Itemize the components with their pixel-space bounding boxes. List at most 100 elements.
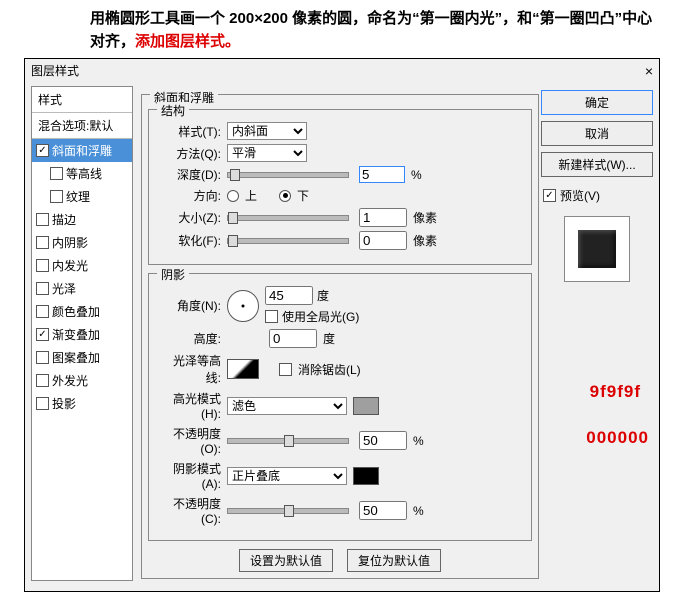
new-style-button[interactable]: 新建样式(W)... bbox=[541, 152, 653, 177]
lbl-texture: 纹理 bbox=[66, 188, 90, 205]
lbl-grad-overlay: 渐变叠加 bbox=[52, 326, 100, 343]
highlight-lbl: 高光模式(H): bbox=[159, 390, 221, 421]
check-inner-glow[interactable] bbox=[36, 259, 49, 272]
highlight-select[interactable]: 滤色 bbox=[227, 397, 347, 415]
annot-highlight-color: 9f9f9f bbox=[590, 382, 641, 402]
altitude-lbl: 高度: bbox=[159, 330, 221, 347]
dir-down-radio[interactable] bbox=[279, 190, 291, 202]
opacity1-lbl: 不透明度(O): bbox=[159, 425, 221, 456]
item-inner-glow[interactable]: 内发光 bbox=[32, 254, 132, 277]
angle-input[interactable] bbox=[265, 286, 313, 305]
gloss-contour-picker[interactable] bbox=[227, 359, 259, 379]
preview-check[interactable] bbox=[543, 189, 556, 202]
lbl-stroke: 描边 bbox=[52, 211, 76, 228]
opacity1-input[interactable] bbox=[359, 431, 407, 450]
item-contour[interactable]: 等高线 bbox=[32, 162, 132, 185]
styles-header[interactable]: 样式 bbox=[32, 87, 132, 113]
item-drop-shadow[interactable]: 投影 bbox=[32, 392, 132, 415]
blend-options[interactable]: 混合选项:默认 bbox=[32, 113, 132, 139]
lbl-inner-shadow: 内阴影 bbox=[52, 234, 88, 251]
close-icon[interactable]: × bbox=[645, 63, 653, 79]
soften-lbl: 软化(F): bbox=[159, 232, 221, 249]
check-color-overlay[interactable] bbox=[36, 305, 49, 318]
deg2: 度 bbox=[323, 330, 335, 347]
global-light-check[interactable] bbox=[265, 310, 278, 323]
method-lbl: 方法(Q): bbox=[159, 145, 221, 162]
lbl-color-overlay: 颜色叠加 bbox=[52, 303, 100, 320]
opacity2-slider[interactable] bbox=[227, 508, 349, 514]
item-satin[interactable]: 光泽 bbox=[32, 277, 132, 300]
depth-lbl: 深度(D): bbox=[159, 166, 221, 183]
opacity2-input[interactable] bbox=[359, 501, 407, 520]
structure-label: 结构 bbox=[157, 102, 189, 119]
check-contour[interactable] bbox=[50, 167, 63, 180]
angle-dial[interactable] bbox=[227, 290, 259, 322]
dialog-title: 图层样式 bbox=[31, 62, 79, 79]
lbl-drop-shadow: 投影 bbox=[52, 395, 76, 412]
shadow-color-swatch[interactable] bbox=[353, 467, 379, 485]
altitude-input[interactable] bbox=[269, 329, 317, 348]
check-grad-overlay[interactable] bbox=[36, 328, 49, 341]
lbl-inner-glow: 内发光 bbox=[52, 257, 88, 274]
ok-button[interactable]: 确定 bbox=[541, 90, 653, 115]
item-texture[interactable]: 纹理 bbox=[32, 185, 132, 208]
check-drop-shadow[interactable] bbox=[36, 397, 49, 410]
item-grad-overlay[interactable]: 渐变叠加 bbox=[32, 323, 132, 346]
pct1: % bbox=[411, 168, 422, 182]
style-lbl: 样式(T): bbox=[159, 123, 221, 140]
item-outer-glow[interactable]: 外发光 bbox=[32, 369, 132, 392]
cancel-button[interactable]: 取消 bbox=[541, 121, 653, 146]
opacity1-slider[interactable] bbox=[227, 438, 349, 444]
check-pattern-overlay[interactable] bbox=[36, 351, 49, 364]
shading-label: 阴影 bbox=[157, 266, 189, 283]
depth-input[interactable] bbox=[359, 166, 405, 183]
px1: 像素 bbox=[413, 209, 437, 226]
check-bevel[interactable] bbox=[36, 144, 49, 157]
gloss-lbl: 光泽等高线: bbox=[159, 352, 221, 386]
preview-thumb bbox=[578, 230, 616, 268]
right-buttons: 确定 取消 新建样式(W)... 预览(V) bbox=[541, 86, 653, 581]
px2: 像素 bbox=[413, 232, 437, 249]
item-pattern-overlay[interactable]: 图案叠加 bbox=[32, 346, 132, 369]
dir-up-radio[interactable] bbox=[227, 190, 239, 202]
angle-lbl: 角度(N): bbox=[159, 297, 221, 314]
deg1: 度 bbox=[317, 287, 329, 304]
style-select[interactable]: 内斜面 bbox=[227, 122, 307, 140]
depth-slider[interactable] bbox=[227, 172, 349, 178]
item-color-overlay[interactable]: 颜色叠加 bbox=[32, 300, 132, 323]
lbl-bevel: 斜面和浮雕 bbox=[52, 142, 112, 159]
layer-style-dialog: 图层样式 × 样式 混合选项:默认 斜面和浮雕 等高线 纹理 描边 bbox=[24, 58, 660, 592]
structure-group: 结构 样式(T): 内斜面 方法(Q): 平滑 深度(D): % bbox=[148, 109, 532, 265]
check-stroke[interactable] bbox=[36, 213, 49, 226]
soften-input[interactable] bbox=[359, 231, 407, 250]
soften-slider[interactable] bbox=[227, 238, 349, 244]
size-input[interactable] bbox=[359, 208, 407, 227]
shadow-lbl: 阴影模式(A): bbox=[159, 460, 221, 491]
lbl-contour: 等高线 bbox=[66, 165, 102, 182]
check-inner-shadow[interactable] bbox=[36, 236, 49, 249]
pct2: % bbox=[413, 434, 424, 448]
size-lbl: 大小(Z): bbox=[159, 209, 221, 226]
annot-shadow-color: 000000 bbox=[586, 428, 649, 448]
shading-group: 阴影 角度(N): 度 使用全局光(G) bbox=[148, 273, 532, 541]
method-select[interactable]: 平滑 bbox=[227, 144, 307, 162]
lbl-outer-glow: 外发光 bbox=[52, 372, 88, 389]
check-texture[interactable] bbox=[50, 190, 63, 203]
reset-default-button[interactable]: 复位为默认值 bbox=[347, 549, 441, 572]
lbl-satin: 光泽 bbox=[52, 280, 76, 297]
shadow-select[interactable]: 正片叠底 bbox=[227, 467, 347, 485]
antialias-check[interactable] bbox=[279, 363, 292, 376]
titlebar: 图层样式 × bbox=[25, 59, 659, 82]
antialias-lbl: 消除锯齿(L) bbox=[298, 361, 361, 378]
pct3: % bbox=[413, 504, 424, 518]
opacity2-lbl: 不透明度(C): bbox=[159, 495, 221, 526]
size-slider[interactable] bbox=[227, 215, 349, 221]
highlight-color-swatch[interactable] bbox=[353, 397, 379, 415]
item-inner-shadow[interactable]: 内阴影 bbox=[32, 231, 132, 254]
preview-lbl: 预览(V) bbox=[560, 187, 600, 204]
item-stroke[interactable]: 描边 bbox=[32, 208, 132, 231]
check-outer-glow[interactable] bbox=[36, 374, 49, 387]
check-satin[interactable] bbox=[36, 282, 49, 295]
item-bevel[interactable]: 斜面和浮雕 bbox=[32, 139, 132, 162]
set-default-button[interactable]: 设置为默认值 bbox=[239, 549, 333, 572]
